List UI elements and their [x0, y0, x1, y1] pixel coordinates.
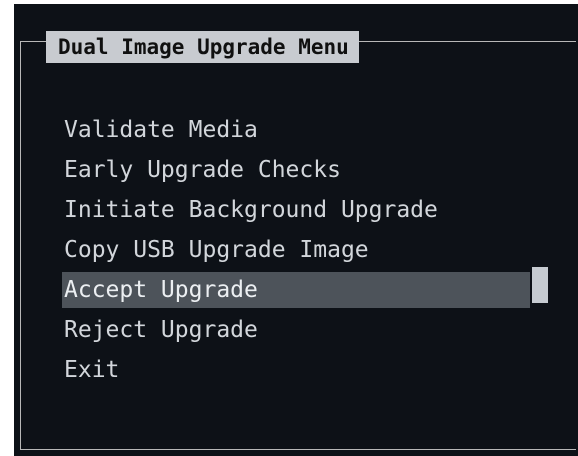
- upgrade-menu: Validate Media Early Upgrade Checks Init…: [62, 110, 530, 390]
- menu-item-exit[interactable]: Exit: [62, 350, 530, 390]
- menu-item-validate-media[interactable]: Validate Media: [62, 110, 530, 150]
- menu-item-initiate-background-upgrade[interactable]: Initiate Background Upgrade: [62, 190, 530, 230]
- text-cursor: [532, 267, 548, 303]
- menu-item-early-upgrade-checks[interactable]: Early Upgrade Checks: [62, 150, 530, 190]
- menu-item-accept-upgrade[interactable]: Accept Upgrade: [62, 272, 530, 308]
- menu-title-bar: Dual Image Upgrade Menu: [46, 31, 359, 63]
- menu-item-reject-upgrade[interactable]: Reject Upgrade: [62, 310, 530, 350]
- menu-title: Dual Image Upgrade Menu: [58, 35, 349, 59]
- menu-item-copy-usb-upgrade-image[interactable]: Copy USB Upgrade Image: [62, 230, 530, 270]
